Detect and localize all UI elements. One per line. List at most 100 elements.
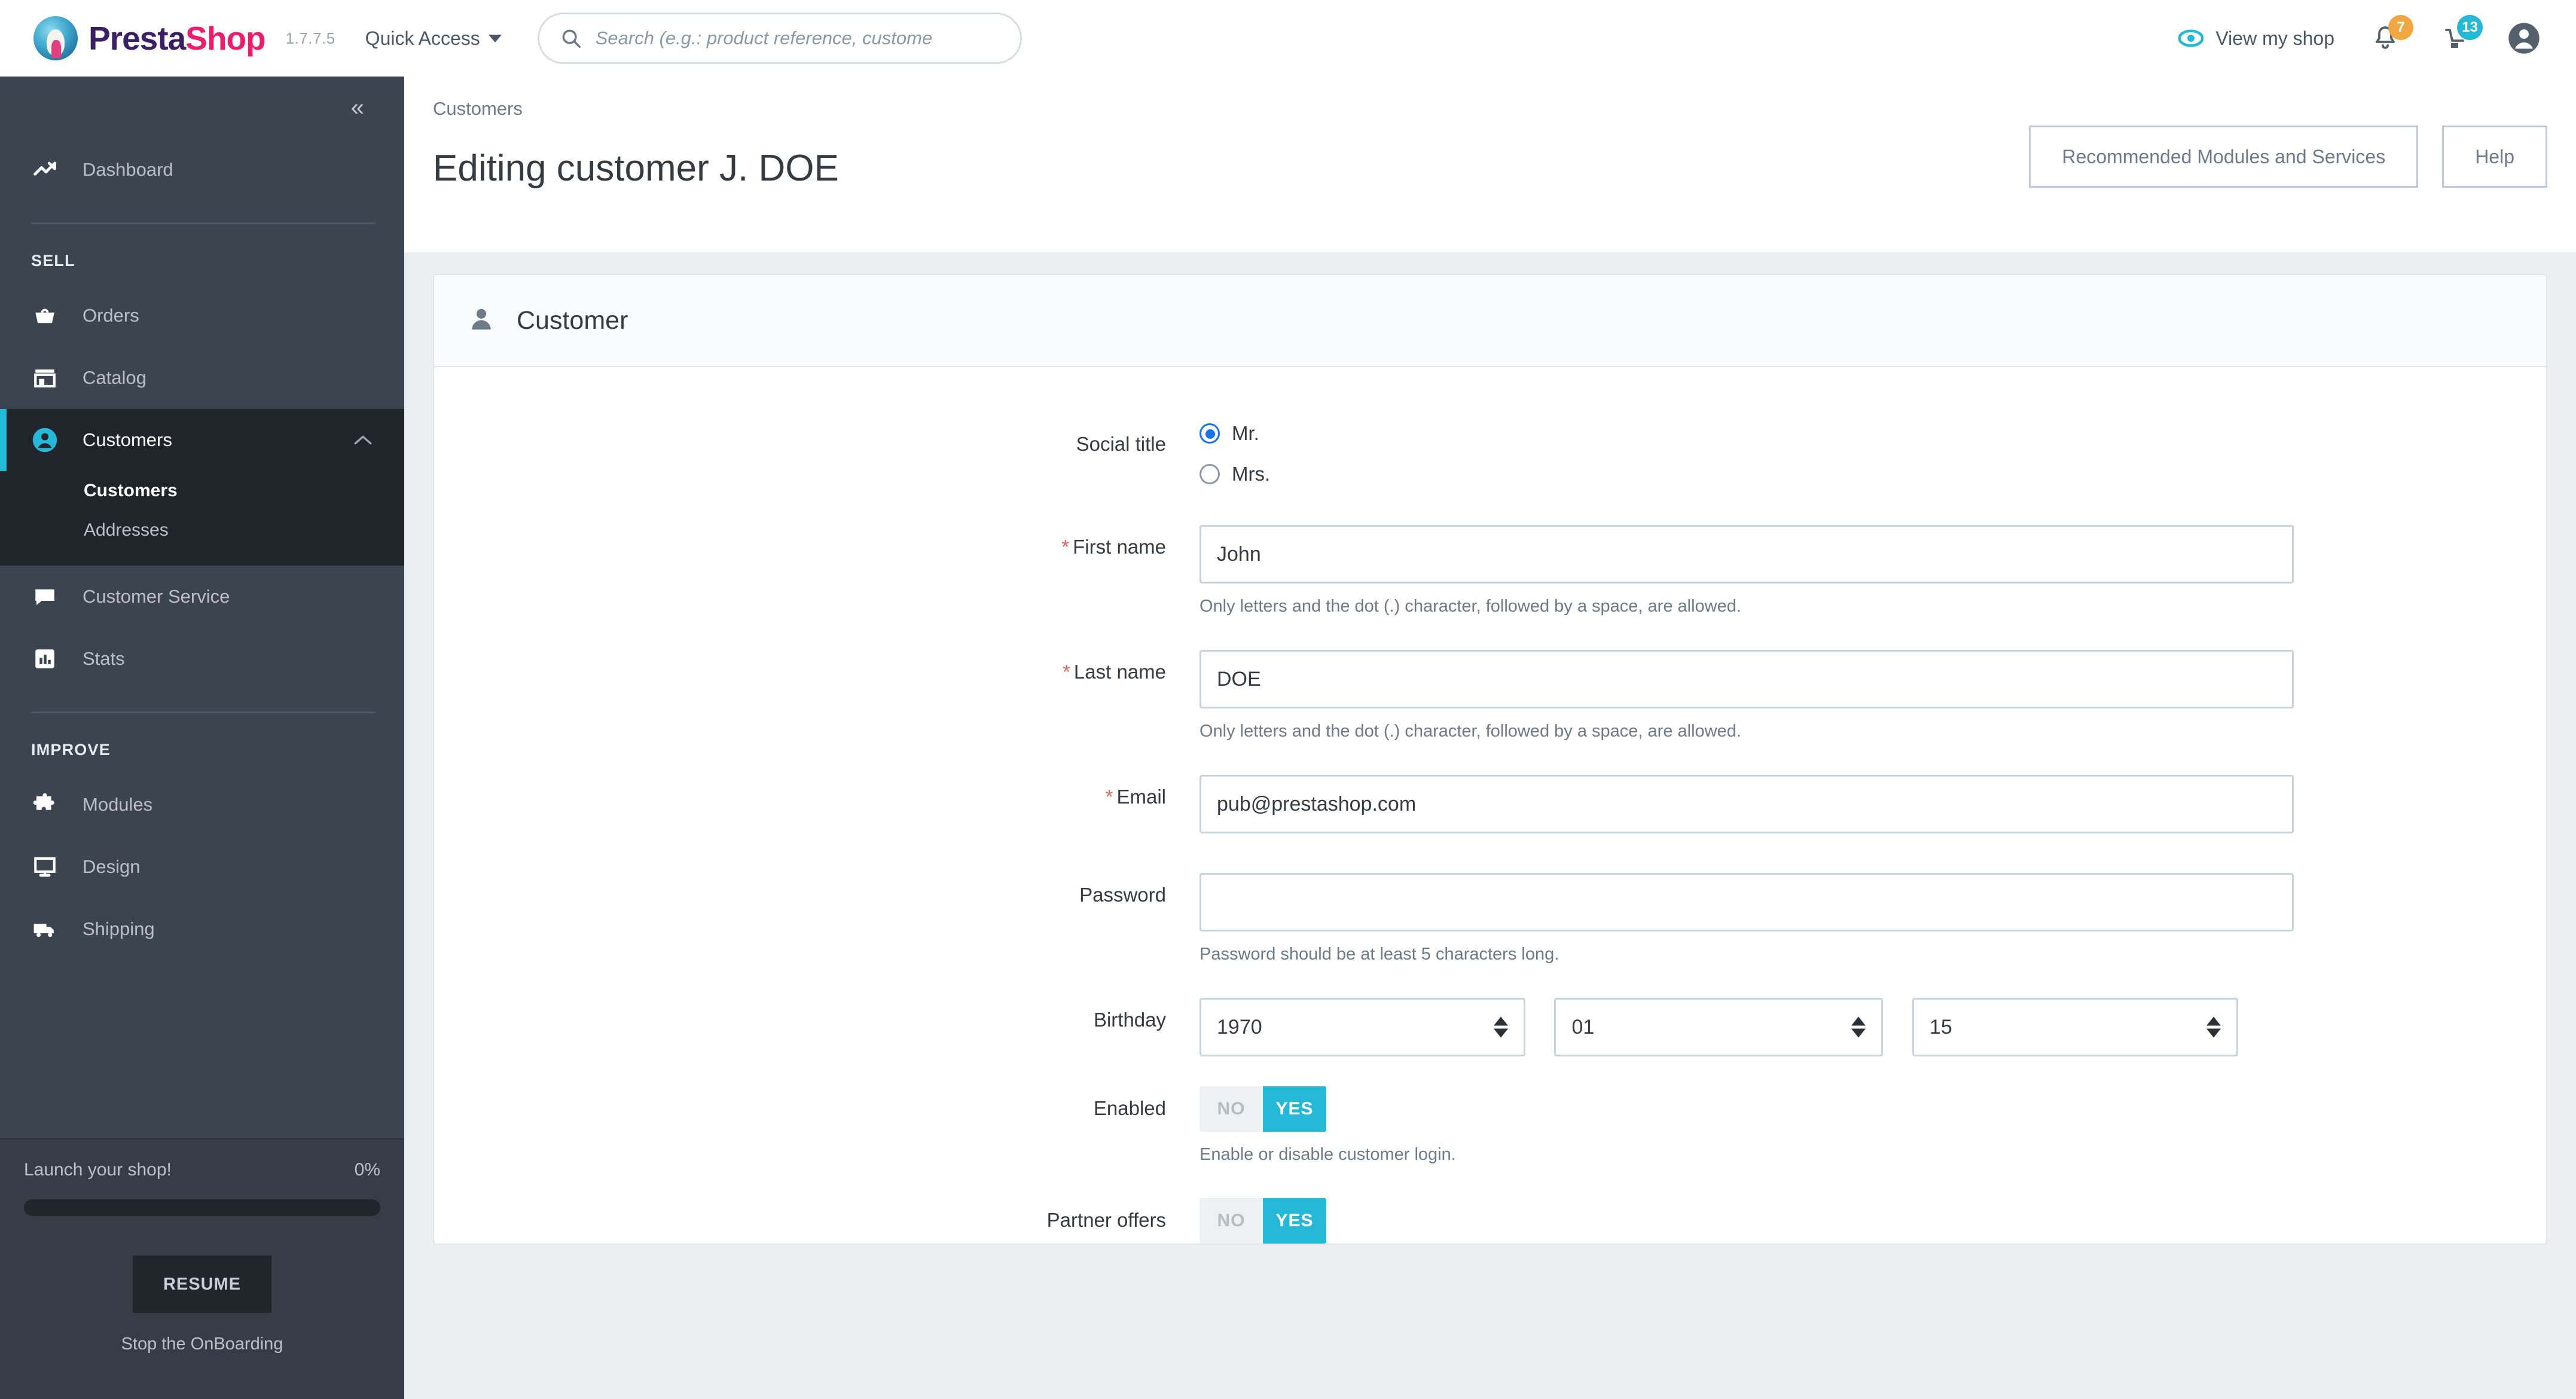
sidebar-item-label: Orders bbox=[83, 305, 139, 326]
page-header: Customers Editing customer J. DOE Recomm… bbox=[404, 77, 2576, 252]
onboarding-stop-link[interactable]: Stop the OnBoarding bbox=[24, 1334, 380, 1354]
sidebar-item-customers[interactable]: Customers bbox=[0, 409, 404, 471]
first-name-input[interactable] bbox=[1200, 525, 2294, 584]
view-my-shop-link[interactable]: View my shop bbox=[2178, 26, 2334, 51]
radio-option-mrs[interactable]: Mrs. bbox=[1200, 463, 2474, 485]
partner-offers-toggle-yes[interactable]: YES bbox=[1263, 1198, 1326, 1244]
partner-offers-toggle[interactable]: NO YES bbox=[1200, 1198, 1326, 1244]
onboarding-resume-button[interactable]: RESUME bbox=[133, 1256, 271, 1313]
sidebar-item-label: Modules bbox=[83, 794, 153, 815]
onboarding-progress-bar bbox=[24, 1199, 380, 1216]
cart-badge-count: 13 bbox=[2457, 15, 2483, 40]
sidebar-item-label: Catalog bbox=[83, 367, 146, 388]
radio-option-mr[interactable]: Mr. bbox=[1200, 422, 2474, 445]
chevron-up-icon[interactable] bbox=[353, 433, 373, 447]
help-button[interactable]: Help bbox=[2442, 126, 2547, 188]
first-name-label: * First name bbox=[434, 525, 1200, 558]
sidebar-item-customer-service[interactable]: Customer Service bbox=[0, 566, 404, 628]
required-marker: * bbox=[1063, 661, 1070, 683]
form-row-first-name: *First name Only letters and the dot (.)… bbox=[434, 525, 2546, 616]
sidebar-item-dashboard[interactable]: Dashboard bbox=[0, 139, 404, 201]
brand-shop-text: Shop bbox=[185, 20, 265, 57]
store-icon bbox=[31, 364, 59, 392]
bell-badge-count: 7 bbox=[2388, 15, 2413, 40]
brand-logo-group[interactable]: PrestaShop 1.7.7.5 bbox=[33, 16, 335, 60]
chat-icon bbox=[31, 583, 59, 610]
first-name-control: Only letters and the dot (.) character, … bbox=[1200, 525, 2546, 616]
page-header-actions: Recommended Modules and Services Help bbox=[2029, 126, 2547, 188]
radio-mr-indicator[interactable] bbox=[1200, 423, 1220, 444]
quick-access-dropdown[interactable]: Quick Access bbox=[365, 28, 502, 50]
email-label-text: Email bbox=[1116, 786, 1166, 808]
onboarding-panel: Launch your shop! 0% RESUME Stop the OnB… bbox=[0, 1138, 404, 1399]
collapse-sidebar-icon[interactable]: « bbox=[351, 94, 364, 121]
birthday-month-select[interactable]: 01 bbox=[1554, 998, 1884, 1056]
password-label: Password bbox=[1079, 884, 1166, 906]
sidebar-subitem-addresses[interactable]: Addresses bbox=[0, 511, 404, 550]
social-title-options: Mr. Mrs. bbox=[1200, 422, 2546, 503]
onboarding-percent: 0% bbox=[354, 1160, 380, 1180]
sidebar-item-label: Design bbox=[83, 856, 141, 877]
sidebar-item-stats[interactable]: Stats bbox=[0, 628, 404, 690]
enabled-toggle-yes[interactable]: YES bbox=[1263, 1086, 1326, 1132]
form-row-birthday: Birthday 1970 01 15 bbox=[434, 998, 2546, 1056]
birthday-day-value: 15 bbox=[1929, 1016, 1952, 1038]
monitor-icon bbox=[31, 853, 59, 881]
sidebar-item-label: Customer Service bbox=[83, 586, 230, 607]
sidebar-section-improve: IMPROVE bbox=[31, 741, 111, 759]
account-menu-button[interactable] bbox=[2505, 20, 2543, 57]
email-control bbox=[1200, 775, 2546, 833]
enabled-toggle-no[interactable]: NO bbox=[1200, 1086, 1263, 1132]
last-name-label: * Last name bbox=[434, 650, 1200, 683]
bar-chart-icon bbox=[31, 645, 59, 673]
radio-mr-label: Mr. bbox=[1232, 422, 1259, 444]
spinner-icon bbox=[1494, 1016, 1508, 1038]
sidebar-submenu-customers: Customers Addresses bbox=[0, 471, 404, 566]
email-input[interactable] bbox=[1200, 775, 2294, 833]
password-helper: Password should be at least 5 characters… bbox=[1200, 945, 1559, 964]
radio-mrs-label: Mrs. bbox=[1232, 463, 1271, 485]
truck-icon bbox=[31, 915, 59, 943]
birthday-day-select[interactable]: 15 bbox=[1912, 998, 2238, 1056]
customer-card-header: Customer bbox=[434, 275, 2546, 367]
breadcrumb[interactable]: Customers bbox=[433, 98, 2576, 120]
customer-form: Social title Mr. Mrs. * First name John … bbox=[434, 367, 2546, 1244]
first-name-label-text: First name bbox=[1073, 536, 1166, 558]
global-search-box[interactable] bbox=[537, 13, 1022, 64]
order-notifications-button[interactable]: 13 bbox=[2436, 15, 2483, 57]
eye-icon bbox=[2178, 29, 2204, 47]
enabled-control: NO YES Enable or disable customer login. bbox=[1200, 1086, 2546, 1165]
enabled-label: Enabled bbox=[1093, 1097, 1166, 1119]
form-row-partner-offers: Partner offers NO YES bbox=[434, 1198, 2546, 1244]
radio-mrs-indicator[interactable] bbox=[1200, 464, 1220, 484]
sidebar-collapse-row: « bbox=[0, 77, 404, 139]
sidebar-subitem-customers[interactable]: Customers bbox=[0, 471, 404, 511]
password-control: Password should be at least 5 characters… bbox=[1200, 873, 2546, 964]
birthday-year-select[interactable]: 1970 bbox=[1200, 998, 1525, 1056]
notifications-bell-button[interactable]: 7 bbox=[2367, 15, 2413, 57]
version-label: 1.7.7.5 bbox=[285, 29, 335, 47]
enabled-toggle[interactable]: NO YES bbox=[1200, 1086, 1326, 1132]
sidebar-item-orders[interactable]: Orders bbox=[0, 285, 404, 347]
top-header-bar: PrestaShop 1.7.7.5 Quick Access View my … bbox=[0, 0, 2576, 77]
last-name-label-text: Last name bbox=[1073, 661, 1166, 683]
sidebar-item-catalog[interactable]: Catalog bbox=[0, 347, 404, 409]
customer-icon bbox=[468, 306, 495, 336]
spinner-icon bbox=[1851, 1016, 1866, 1038]
view-my-shop-label: View my shop bbox=[2215, 27, 2334, 49]
sidebar-divider-2 bbox=[31, 711, 376, 713]
customer-card-title: Customer bbox=[517, 306, 628, 335]
last-name-input[interactable] bbox=[1200, 650, 2294, 708]
recommended-modules-button[interactable]: Recommended Modules and Services bbox=[2029, 126, 2419, 188]
search-input[interactable] bbox=[595, 28, 1000, 49]
partner-offers-toggle-no[interactable]: NO bbox=[1200, 1198, 1263, 1244]
spinner-icon bbox=[2206, 1016, 2221, 1038]
quick-access-label: Quick Access bbox=[365, 27, 480, 49]
sidebar-item-shipping[interactable]: Shipping bbox=[0, 898, 404, 960]
sidebar-item-label: Dashboard bbox=[83, 159, 173, 180]
password-input[interactable] bbox=[1200, 873, 2294, 931]
sidebar-item-design[interactable]: Design bbox=[0, 836, 404, 898]
required-marker: * bbox=[1061, 536, 1070, 558]
chevron-down-icon bbox=[488, 34, 502, 42]
sidebar-item-modules[interactable]: Modules bbox=[0, 774, 404, 836]
